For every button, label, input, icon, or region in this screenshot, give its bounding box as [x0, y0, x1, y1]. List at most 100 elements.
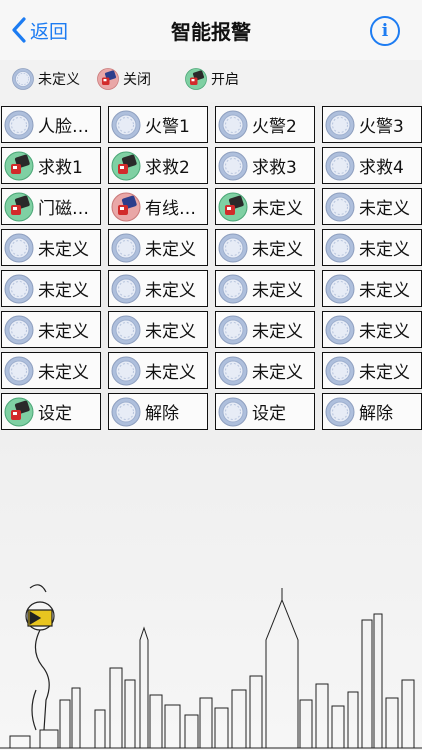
alarm-cell[interactable]: 未定义: [215, 270, 315, 307]
alarm-grid: 人脸… 火警1 火警2 火警3 求救1 求救2 求救3 求救4 门磁… 有线… 未定义 未定义 未定义未…: [1, 106, 422, 430]
alarm-cell-label: 求救4: [359, 158, 404, 178]
status-undefined-icon: [325, 151, 355, 180]
status-on-icon: [218, 192, 248, 221]
status-undefined-icon: [325, 274, 355, 303]
alarm-cell-label: 人脸…: [38, 117, 89, 137]
legend-label: 未定义: [38, 72, 80, 88]
alarm-cell[interactable]: 未定义: [215, 229, 315, 266]
status-undefined-icon: [111, 356, 141, 385]
alarm-cell[interactable]: 未定义: [322, 311, 422, 348]
status-undefined-icon: [4, 274, 34, 303]
alarm-cell-label: 未定义: [145, 322, 196, 342]
status-on-icon: [4, 397, 34, 426]
alarm-cell-label: 解除: [145, 404, 179, 424]
status-undefined-icon: [218, 397, 248, 426]
alarm-cell[interactable]: 设定: [1, 393, 101, 430]
alarm-cell[interactable]: 未定义: [1, 270, 101, 307]
status-undefined-icon: [218, 274, 248, 303]
alarm-cell[interactable]: 求救4: [322, 147, 422, 184]
alarm-cell[interactable]: 解除: [322, 393, 422, 430]
alarm-cell-label: 未定义: [359, 199, 410, 219]
alarm-cell-label: 未定义: [252, 281, 303, 301]
alarm-cell-label: 未定义: [252, 199, 303, 219]
alarm-cell-label: 求救1: [38, 158, 83, 178]
alarm-cell-label: 未定义: [252, 240, 303, 260]
status-undefined-icon: [325, 110, 355, 139]
alarm-cell[interactable]: 未定义: [215, 311, 315, 348]
alarm-cell-label: 火警2: [252, 117, 297, 137]
status-undefined-icon: [4, 315, 34, 344]
alarm-cell-label: 未定义: [145, 363, 196, 383]
status-undefined-icon: [325, 397, 355, 426]
status-undefined-icon: [218, 233, 248, 262]
alarm-cell-label: 求救2: [145, 158, 190, 178]
alarm-cell[interactable]: 门磁…: [1, 188, 101, 225]
alarm-cell[interactable]: 火警1: [108, 106, 208, 143]
alarm-cell[interactable]: 求救2: [108, 147, 208, 184]
alarm-cell[interactable]: 求救1: [1, 147, 101, 184]
info-icon[interactable]: i: [370, 16, 400, 46]
mascot-figure: [25, 584, 55, 731]
alarm-cell-label: 未定义: [359, 281, 410, 301]
status-undefined-icon: [111, 315, 141, 344]
alarm-cell-label: 未定义: [38, 322, 89, 342]
alarm-cell[interactable]: 未定义: [215, 188, 315, 225]
status-undefined-icon: [325, 233, 355, 262]
status-undefined-icon: [4, 110, 34, 139]
legend: 未定义 关闭 开启: [0, 60, 422, 102]
status-undefined-icon: [111, 110, 141, 139]
alarm-cell[interactable]: 未定义: [322, 270, 422, 307]
alarm-cell-label: 求救3: [252, 158, 297, 178]
status-undefined-icon: [4, 233, 34, 262]
alarm-cell[interactable]: 未定义: [108, 352, 208, 389]
legend-label: 关闭: [123, 72, 151, 88]
alarm-cell[interactable]: 求救3: [215, 147, 315, 184]
status-undefined-icon: [4, 356, 34, 385]
alarm-cell-label: 有线…: [145, 199, 196, 219]
alarm-cell-label: 解除: [359, 404, 393, 424]
alarm-cell-label: 未定义: [252, 363, 303, 383]
status-on-icon: [185, 68, 207, 90]
alarm-cell-label: 未定义: [145, 281, 196, 301]
alarm-cell[interactable]: 未定义: [1, 352, 101, 389]
nav-bar: 返回 智能报警 i: [0, 0, 422, 61]
status-undefined-icon: [111, 274, 141, 303]
status-undefined-icon: [111, 397, 141, 426]
alarm-cell[interactable]: 未定义: [108, 229, 208, 266]
alarm-cell[interactable]: 未定义: [215, 352, 315, 389]
alarm-cell-label: 未定义: [145, 240, 196, 260]
legend-label: 开启: [211, 72, 239, 88]
alarm-cell[interactable]: 未定义: [322, 229, 422, 266]
alarm-cell[interactable]: 人脸…: [1, 106, 101, 143]
alarm-cell[interactable]: 火警3: [322, 106, 422, 143]
alarm-cell-label: 设定: [38, 404, 72, 424]
alarm-cell-label: 门磁…: [38, 199, 89, 219]
alarm-cell[interactable]: 未定义: [108, 270, 208, 307]
status-on-icon: [4, 192, 34, 221]
page-title: 智能报警: [171, 20, 251, 44]
legend-undefined: 未定义: [11, 67, 80, 91]
alarm-cell[interactable]: 未定义: [1, 311, 101, 348]
alarm-cell[interactable]: 设定: [215, 393, 315, 430]
status-undefined-icon: [325, 192, 355, 221]
status-on-icon: [4, 151, 34, 180]
alarm-cell[interactable]: 火警2: [215, 106, 315, 143]
alarm-cell-label: 未定义: [38, 281, 89, 301]
alarm-cell[interactable]: 未定义: [1, 229, 101, 266]
status-off-icon: [111, 192, 141, 221]
status-undefined-icon: [218, 110, 248, 139]
alarm-cell-label: 火警1: [145, 117, 190, 137]
alarm-cell[interactable]: 未定义: [322, 188, 422, 225]
status-undefined-icon: [12, 68, 34, 90]
status-on-icon: [111, 151, 141, 180]
legend-on: 开启: [184, 67, 239, 91]
status-undefined-icon: [218, 315, 248, 344]
alarm-cell[interactable]: 有线…: [108, 188, 208, 225]
alarm-cell[interactable]: 解除: [108, 393, 208, 430]
alarm-cell-label: 未定义: [359, 363, 410, 383]
status-undefined-icon: [325, 315, 355, 344]
alarm-cell-label: 未定义: [38, 363, 89, 383]
alarm-cell-label: 未定义: [359, 240, 410, 260]
alarm-cell[interactable]: 未定义: [108, 311, 208, 348]
alarm-cell[interactable]: 未定义: [322, 352, 422, 389]
